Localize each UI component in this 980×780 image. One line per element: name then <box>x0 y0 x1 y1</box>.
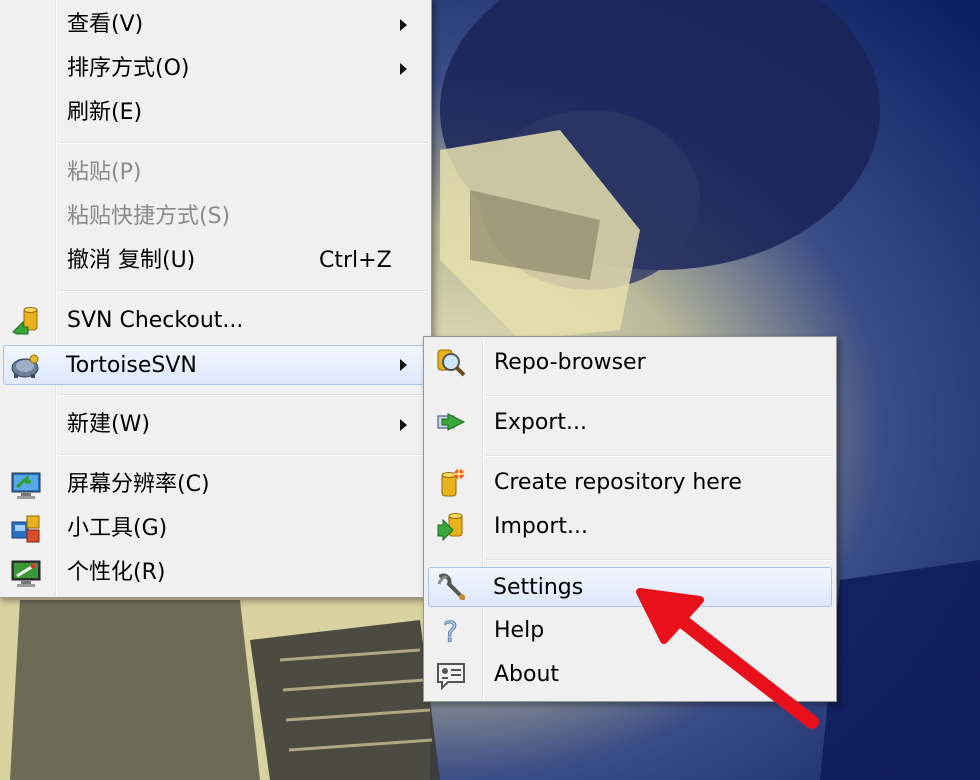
annotation-arrow <box>636 588 819 729</box>
